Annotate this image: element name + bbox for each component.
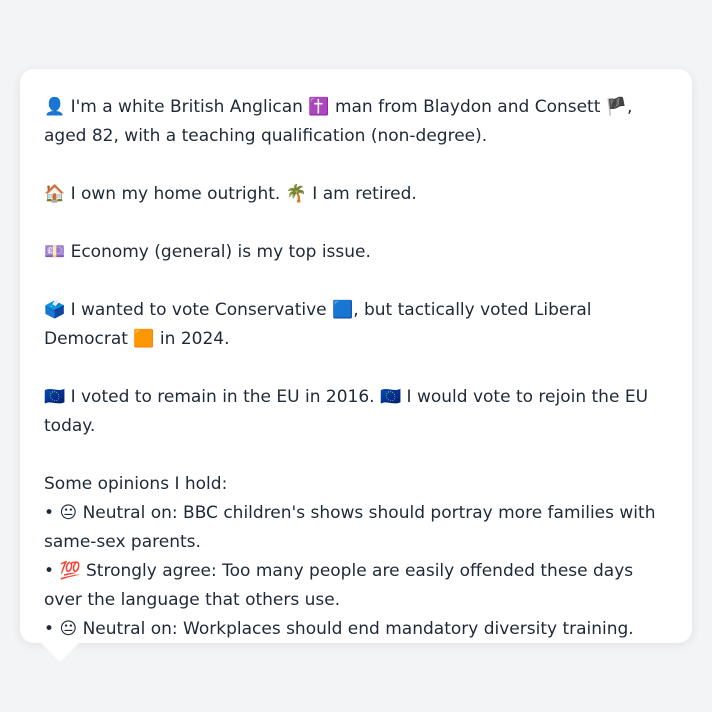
identity-text-1: I'm a white British Anglican	[70, 97, 303, 117]
cross-icon: ✝️	[308, 97, 330, 117]
opinions-paragraph: Some opinions I hold: • 😐 Neutral on: BB…	[44, 470, 670, 644]
orange-square-icon: 🟧	[133, 329, 155, 349]
eu-flag-icon: 🇪🇺	[44, 387, 66, 407]
bullet: •	[44, 561, 55, 581]
issue-paragraph: 💷 Economy (general) is my top issue.	[44, 238, 670, 267]
issue-text: Economy (general) is my top issue.	[70, 242, 371, 262]
chat-stage: 👤 I'm a white British Anglican ✝️ man fr…	[0, 0, 712, 712]
opinion-text: Strongly agree: Too many people are easi…	[44, 561, 634, 610]
housing-paragraph: 🏠 I own my home outright. 🌴 I am retired…	[44, 180, 670, 209]
opinion-text: Neutral on: Workplaces should end mandat…	[82, 619, 634, 639]
vote-text-3: in 2024.	[159, 329, 230, 349]
eu-flag-icon: 🇪🇺	[379, 387, 402, 407]
eu-text-1: I voted to remain in the EU in 2016.	[70, 387, 375, 407]
housing-text-1: I own my home outright.	[70, 184, 281, 204]
blue-square-icon: 🟦	[332, 300, 354, 320]
opinion-item: • 💯 Strongly agree: Too many people are …	[44, 557, 670, 615]
identity-text-2: man from Blaydon and Consett	[334, 97, 601, 117]
house-icon: 🏠	[44, 184, 66, 204]
neutral-face-icon: 😐	[59, 619, 78, 639]
england-flag-icon: 🏴	[605, 97, 627, 117]
housing-text-2: I am retired.	[312, 184, 417, 204]
banknote-icon: 💷	[44, 242, 66, 262]
neutral-face-icon: 😐	[59, 503, 78, 523]
message-bubble: 👤 I'm a white British Anglican ✝️ man fr…	[20, 69, 692, 643]
ballot-box-icon: 🗳️	[44, 300, 66, 320]
bullet: •	[44, 619, 55, 639]
bubble-tail	[40, 642, 80, 662]
opinion-item: • 😐 Neutral on: Workplaces should end ma…	[44, 615, 670, 644]
opinion-text: Neutral on: BBC children's shows should …	[44, 503, 656, 552]
opinions-heading: Some opinions I hold:	[44, 474, 228, 494]
opinion-item: • 😐 Neutral on: BBC children's shows sho…	[44, 499, 670, 557]
identity-paragraph: 👤 I'm a white British Anglican ✝️ man fr…	[44, 93, 670, 151]
vote-text-1: I wanted to vote Conservative	[70, 300, 327, 320]
hundred-points-icon: 💯	[59, 561, 81, 581]
bullet: •	[44, 503, 55, 523]
eu-paragraph: 🇪🇺 I voted to remain in the EU in 2016. …	[44, 383, 670, 441]
person-icon: 👤	[44, 97, 66, 117]
palm-tree-icon: 🌴	[285, 184, 307, 204]
vote-paragraph: 🗳️ I wanted to vote Conservative 🟦, but …	[44, 296, 670, 354]
